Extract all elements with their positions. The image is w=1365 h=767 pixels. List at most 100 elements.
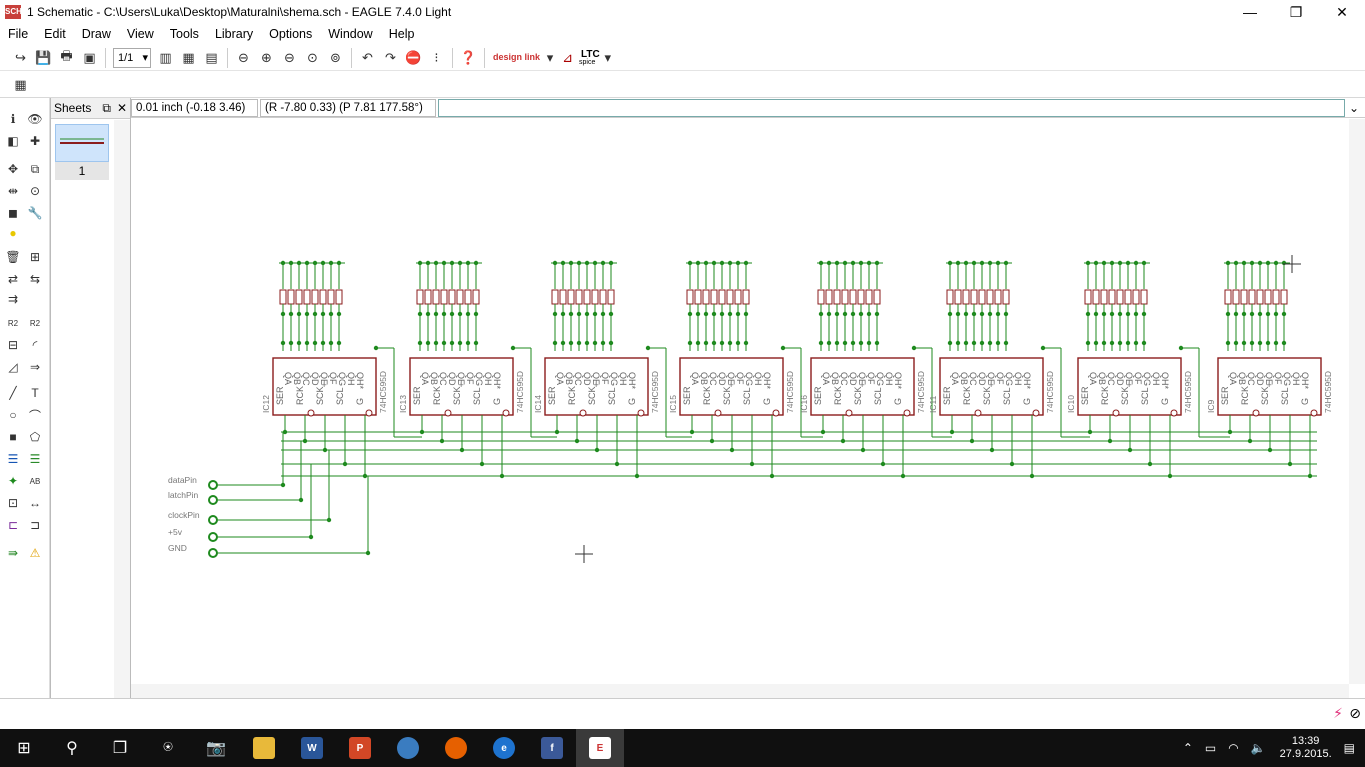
battery-icon[interactable]: ▭ xyxy=(1205,741,1216,755)
notifications-icon[interactable]: ▤ xyxy=(1344,741,1355,755)
zoom-redraw-icon[interactable]: ⊙ xyxy=(302,48,323,68)
schematic-canvas[interactable]: QA QB QC QD QE QF QG QH QH* SER RCK SCK SCL G + IC12 74H… xyxy=(131,119,1365,684)
undo-icon[interactable]: ↶ xyxy=(357,48,378,68)
polygon-icon[interactable]: ⬠ xyxy=(26,428,44,446)
zoom-out-icon[interactable]: ⊖ xyxy=(279,48,300,68)
schematic-drawing[interactable]: QA QB QC QD QE QF QG QH QH*SER RCK SCK SCL G+IC12 74H… xyxy=(131,119,1365,684)
wire-icon[interactable]: ╱ xyxy=(4,384,22,402)
label-icon[interactable]: AB xyxy=(26,472,44,490)
sheet-thumbnail[interactable] xyxy=(55,124,109,162)
display-icon[interactable]: ◧ xyxy=(4,132,22,150)
paste-icon[interactable]: ● xyxy=(4,224,22,242)
app-circle-icon[interactable] xyxy=(384,729,432,767)
attribute-icon[interactable]: ⊡ xyxy=(4,494,22,512)
firefox-icon[interactable] xyxy=(432,729,480,767)
search-icon[interactable]: ⚲ xyxy=(48,729,96,767)
arc-icon[interactable]: ⌒ xyxy=(26,406,44,424)
rect-icon[interactable]: ■ xyxy=(4,428,22,446)
replace-icon[interactable]: ⇉ xyxy=(4,290,22,308)
bus-icon[interactable]: ☰ xyxy=(4,450,22,468)
pin-app-icon[interactable]: ⍟ xyxy=(144,729,192,767)
dimension-icon[interactable]: ↔ xyxy=(26,494,44,512)
erc-icon[interactable]: ⇛ xyxy=(4,544,22,562)
schematic-icon[interactable]: ▦ xyxy=(178,48,199,68)
sheet-number[interactable]: 1 xyxy=(55,162,109,180)
copy-icon[interactable]: ⧉ xyxy=(26,160,44,178)
lightning-icon[interactable]: ⚡ xyxy=(1333,705,1343,722)
zoom-fit-icon[interactable]: ⊖ xyxy=(233,48,254,68)
junction-icon[interactable]: ✦ xyxy=(4,472,22,490)
word-icon[interactable]: W xyxy=(288,729,336,767)
file-explorer-icon[interactable] xyxy=(240,729,288,767)
chevron-down-icon[interactable]: ▾ xyxy=(603,48,613,68)
close-button[interactable]: ✕ xyxy=(1319,0,1365,24)
pinswap-icon[interactable]: ⇄ xyxy=(4,270,22,288)
help-icon[interactable]: ❓ xyxy=(458,48,479,68)
group-icon[interactable]: ◼ xyxy=(4,204,22,222)
board-icon[interactable]: ▥ xyxy=(155,48,176,68)
powerpoint-icon[interactable]: P xyxy=(336,729,384,767)
menu-window[interactable]: Window xyxy=(320,24,380,44)
net-icon[interactable]: ☰ xyxy=(26,450,44,468)
windows-start-icon[interactable]: ⊞ xyxy=(0,729,48,767)
name-icon[interactable]: R2 xyxy=(4,314,22,332)
gate-icon[interactable]: ⊐ xyxy=(26,516,44,534)
zoom-select-icon[interactable]: ⊚ xyxy=(325,48,346,68)
use-library-icon[interactable]: ▤ xyxy=(201,48,222,68)
designlink-button[interactable]: design link xyxy=(493,53,540,62)
menu-draw[interactable]: Draw xyxy=(74,24,119,44)
chevron-down-icon[interactable]: ⌄ xyxy=(1349,101,1359,115)
zoom-in-icon[interactable]: ⊕ xyxy=(256,48,277,68)
text-icon[interactable]: T xyxy=(26,384,44,402)
info-icon[interactable]: ℹ xyxy=(4,110,22,128)
menu-help[interactable]: Help xyxy=(381,24,423,44)
menu-file[interactable]: File xyxy=(0,24,36,44)
cam-icon[interactable]: ▣ xyxy=(79,48,100,68)
mark-icon[interactable]: ✚ xyxy=(26,132,44,150)
menu-options[interactable]: Options xyxy=(261,24,320,44)
task-view-icon[interactable]: ❐ xyxy=(96,729,144,767)
command-line-input[interactable] xyxy=(438,98,1345,117)
miter-icon[interactable]: ◜ xyxy=(26,336,44,354)
grid-icon[interactable]: ▦ xyxy=(10,75,31,95)
change-icon[interactable]: 🔧 xyxy=(26,204,44,222)
stop-icon[interactable]: ⛔ xyxy=(403,48,424,68)
frame-icon[interactable]: ⊏ xyxy=(4,516,22,534)
smash-icon[interactable]: ⊟ xyxy=(4,336,22,354)
undock-icon[interactable]: ⧉ xyxy=(102,101,111,116)
chevron-down-icon[interactable]: ▾ xyxy=(545,48,555,68)
go-icon[interactable]: ⁝ xyxy=(426,48,447,68)
save-icon[interactable]: 💾 xyxy=(33,48,54,68)
sheet-select[interactable]: 1/1 ▾ xyxy=(113,47,151,68)
mirror-icon[interactable]: ⇹ xyxy=(4,182,22,200)
circle-icon[interactable]: ○ xyxy=(4,406,22,424)
facebook-icon[interactable]: f xyxy=(528,729,576,767)
tray-chevron-icon[interactable]: ⌃ xyxy=(1183,741,1193,755)
add-icon[interactable]: ⊞ xyxy=(26,248,44,266)
edge-icon[interactable]: e xyxy=(480,729,528,767)
ltspice-button[interactable]: LTC spice xyxy=(579,49,602,66)
delete-icon[interactable]: 🗑 xyxy=(4,248,22,266)
horizontal-scrollbar[interactable] xyxy=(131,684,1349,698)
menu-edit[interactable]: Edit xyxy=(36,24,74,44)
sheets-scrollbar[interactable] xyxy=(114,120,130,698)
stop-circle-icon[interactable]: ⊘ xyxy=(1349,705,1361,722)
rotate-icon[interactable]: ⊙ xyxy=(26,182,44,200)
gateswap-icon[interactable]: ⇆ xyxy=(26,270,44,288)
menu-tools[interactable]: Tools xyxy=(162,24,207,44)
redo-icon[interactable]: ↷ xyxy=(380,48,401,68)
clock[interactable]: 13:39 27.9.2015. xyxy=(1280,735,1332,761)
camera-app-icon[interactable]: 📷 xyxy=(192,729,240,767)
invoke-icon[interactable]: ⇒ xyxy=(26,358,44,376)
split-icon[interactable]: ◿ xyxy=(4,358,22,376)
print-icon[interactable]: 🖶 xyxy=(56,48,77,68)
eagle-taskbar-icon[interactable]: E xyxy=(576,729,624,767)
move-icon[interactable]: ✥ xyxy=(4,160,22,178)
volume-icon[interactable]: 🔈 xyxy=(1251,741,1266,755)
open-icon[interactable]: ↪ xyxy=(10,48,31,68)
minimize-button[interactable]: — xyxy=(1227,0,1273,24)
show-icon[interactable]: 👁 xyxy=(26,110,44,128)
warning-icon[interactable]: ⚠ xyxy=(26,544,44,562)
close-panel-icon[interactable]: ✕ xyxy=(117,101,127,116)
menu-view[interactable]: View xyxy=(119,24,162,44)
